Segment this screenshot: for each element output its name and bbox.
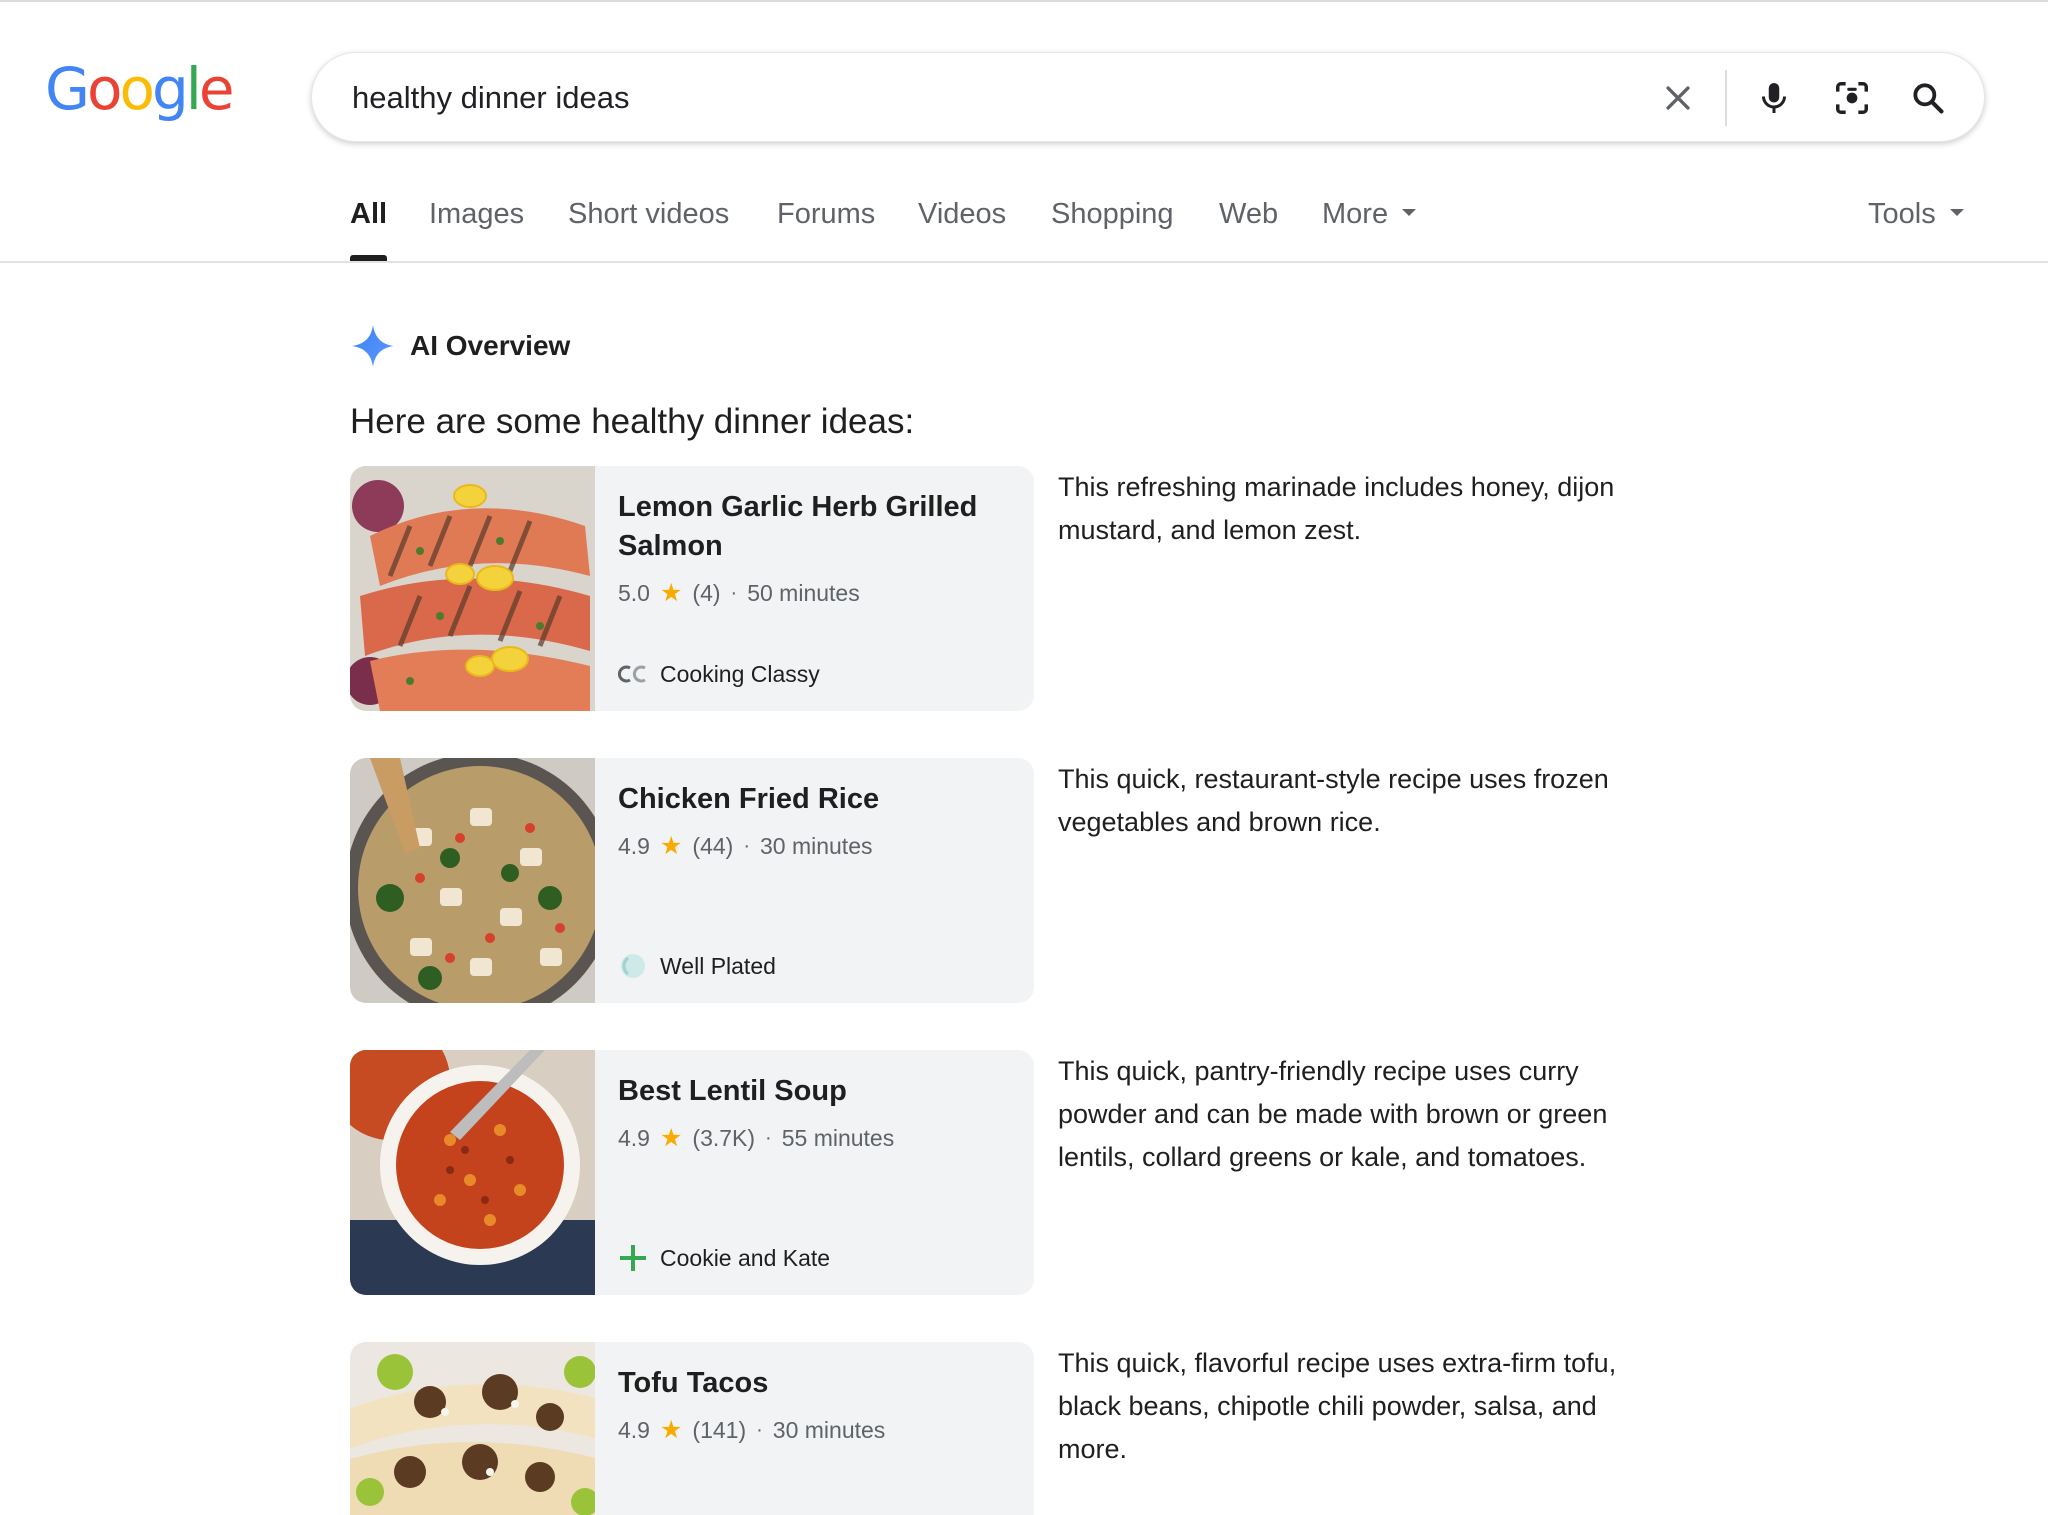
source-name: Cookie and Kate xyxy=(660,1244,831,1271)
search-icon[interactable] xyxy=(1906,76,1950,120)
chevron-down-icon xyxy=(1949,208,1964,216)
ai-overview-intro: Here are some healthy dinner ideas: xyxy=(350,402,915,441)
source-name: Cooking Classy xyxy=(660,660,820,687)
mic-icon[interactable] xyxy=(1752,76,1796,120)
tabs-divider xyxy=(0,261,2048,263)
star-icon: ★ xyxy=(659,1416,683,1444)
recipe-description: This quick, pantry-friendly recipe uses … xyxy=(1058,1056,1608,1172)
tab-label: All xyxy=(350,198,388,230)
logo-letter: o xyxy=(86,55,122,123)
separator-dot: · xyxy=(756,1418,763,1441)
recipe-info: Best Lentil Soup 4.9 ★ (3.7K) · 55 minut… xyxy=(618,1072,1013,1153)
star-icon: ★ xyxy=(659,832,683,860)
google-logo[interactable]: Google xyxy=(45,55,235,123)
star-icon: ★ xyxy=(659,1124,683,1152)
cook-time: 55 minutes xyxy=(781,1124,895,1151)
rating-value: 4.9 xyxy=(618,832,650,859)
recipe-thumbnail[interactable] xyxy=(350,758,595,1003)
recipe-info: Lemon Garlic Herb Grilled Salmon 5.0 ★ (… xyxy=(618,488,1013,608)
well-plated-logo-icon xyxy=(618,951,648,981)
recipe-title[interactable]: Chicken Fried Rice xyxy=(618,780,1013,819)
recipe-source[interactable]: Well Plated xyxy=(618,951,776,981)
tab-all[interactable]: All xyxy=(350,198,388,262)
review-count: (44) xyxy=(692,832,734,859)
close-icon[interactable] xyxy=(1656,76,1700,120)
tab-images[interactable]: Images xyxy=(429,198,524,262)
recipe-thumbnail[interactable] xyxy=(350,1342,595,1515)
logo-letter: g xyxy=(151,55,189,123)
recipe-title[interactable]: Tofu Tacos xyxy=(618,1364,1013,1403)
star-icon: ★ xyxy=(659,579,683,607)
review-count: (4) xyxy=(692,579,721,606)
tab-forums[interactable]: Forums xyxy=(777,198,875,262)
recipe-info: Chicken Fried Rice 4.9 ★ (44) · 30 minut… xyxy=(618,780,1013,861)
logo-letter: G xyxy=(45,55,90,123)
recipe-card-tofu-tacos[interactable]: Tofu Tacos 4.9 ★ (141) · 30 minutes xyxy=(350,1342,1034,1515)
cook-time: 30 minutes xyxy=(772,1416,886,1443)
top-border xyxy=(0,0,2048,2)
recipe-description: This refreshing marinade includes honey,… xyxy=(1058,472,1615,545)
ai-overview-label: AI Overview xyxy=(410,330,571,361)
tab-label: Forums xyxy=(777,198,876,230)
tab-web[interactable]: Web xyxy=(1219,198,1278,262)
cookie-and-kate-logo-icon xyxy=(618,1243,648,1273)
tools-button[interactable]: Tools xyxy=(1868,198,1964,262)
review-count: (3.7K) xyxy=(692,1124,756,1151)
recipe-meta: 4.9 ★ (141) · 30 minutes xyxy=(618,1415,1013,1445)
recipe-info: Tofu Tacos 4.9 ★ (141) · 30 minutes xyxy=(618,1364,1013,1445)
separator-dot: · xyxy=(765,1126,772,1149)
cook-time: 30 minutes xyxy=(759,832,873,859)
logo-letter: o xyxy=(119,55,154,123)
search-bar[interactable]: healthy dinner ideas xyxy=(311,52,1985,142)
recipe-thumbnail[interactable] xyxy=(350,466,595,711)
recipe-title[interactable]: Lemon Garlic Herb Grilled Salmon xyxy=(618,488,1013,566)
separator-dot: · xyxy=(730,581,738,604)
tab-label: More xyxy=(1322,198,1389,230)
tab-videos[interactable]: Videos xyxy=(918,198,1006,262)
tab-shopping[interactable]: Shopping xyxy=(1051,198,1174,262)
recipe-description: This quick, flavorful recipe uses extra-… xyxy=(1058,1348,1617,1464)
recipe-source[interactable]: Cookie and Kate xyxy=(618,1243,830,1273)
review-count: (141) xyxy=(692,1416,747,1443)
cooking-classy-logo-icon xyxy=(618,659,648,689)
recipe-source[interactable]: Cooking Classy xyxy=(618,659,820,689)
tab-label: Web xyxy=(1219,198,1279,230)
ai-overview-header: AI Overview xyxy=(350,322,570,370)
sparkle-icon xyxy=(351,324,395,368)
tab-more[interactable]: More xyxy=(1322,198,1417,262)
tab-label: Shopping xyxy=(1051,198,1174,230)
rating-value: 4.9 xyxy=(618,1124,650,1151)
search-input[interactable]: healthy dinner ideas xyxy=(352,53,629,143)
search-divider xyxy=(1725,70,1727,126)
source-name: Well Plated xyxy=(660,952,776,979)
tab-label: Images xyxy=(429,198,525,230)
separator-dot: · xyxy=(743,834,750,857)
logo-letter: l xyxy=(185,55,202,123)
chevron-down-icon xyxy=(1402,208,1417,216)
recipe-description: This quick, restaurant-style recipe uses… xyxy=(1058,764,1609,837)
tab-label: Videos xyxy=(918,198,1007,230)
recipe-title[interactable]: Best Lentil Soup xyxy=(618,1072,1013,1111)
lens-icon[interactable] xyxy=(1830,76,1874,120)
recipe-thumbnail[interactable] xyxy=(350,1050,595,1295)
recipe-card-lentil-soup[interactable]: Best Lentil Soup 4.9 ★ (3.7K) · 55 minut… xyxy=(350,1050,1034,1295)
logo-letter: e xyxy=(198,55,235,123)
recipe-meta: 4.9 ★ (3.7K) · 55 minutes xyxy=(618,1123,1013,1153)
recipe-meta: 4.9 ★ (44) · 30 minutes xyxy=(618,831,1013,861)
cook-time: 50 minutes xyxy=(747,579,860,606)
recipe-meta: 5.0 ★ (4) · 50 minutes xyxy=(618,578,1013,608)
rating-value: 5.0 xyxy=(618,579,650,606)
rating-value: 4.9 xyxy=(618,1416,650,1443)
tools-label: Tools xyxy=(1868,198,1936,230)
recipe-card-fried-rice[interactable]: Chicken Fried Rice 4.9 ★ (44) · 30 minut… xyxy=(350,758,1034,1003)
tab-short-videos[interactable]: Short videos xyxy=(568,198,729,262)
tab-label: Short videos xyxy=(568,198,730,230)
recipe-card-salmon[interactable]: Lemon Garlic Herb Grilled Salmon 5.0 ★ (… xyxy=(350,466,1034,711)
